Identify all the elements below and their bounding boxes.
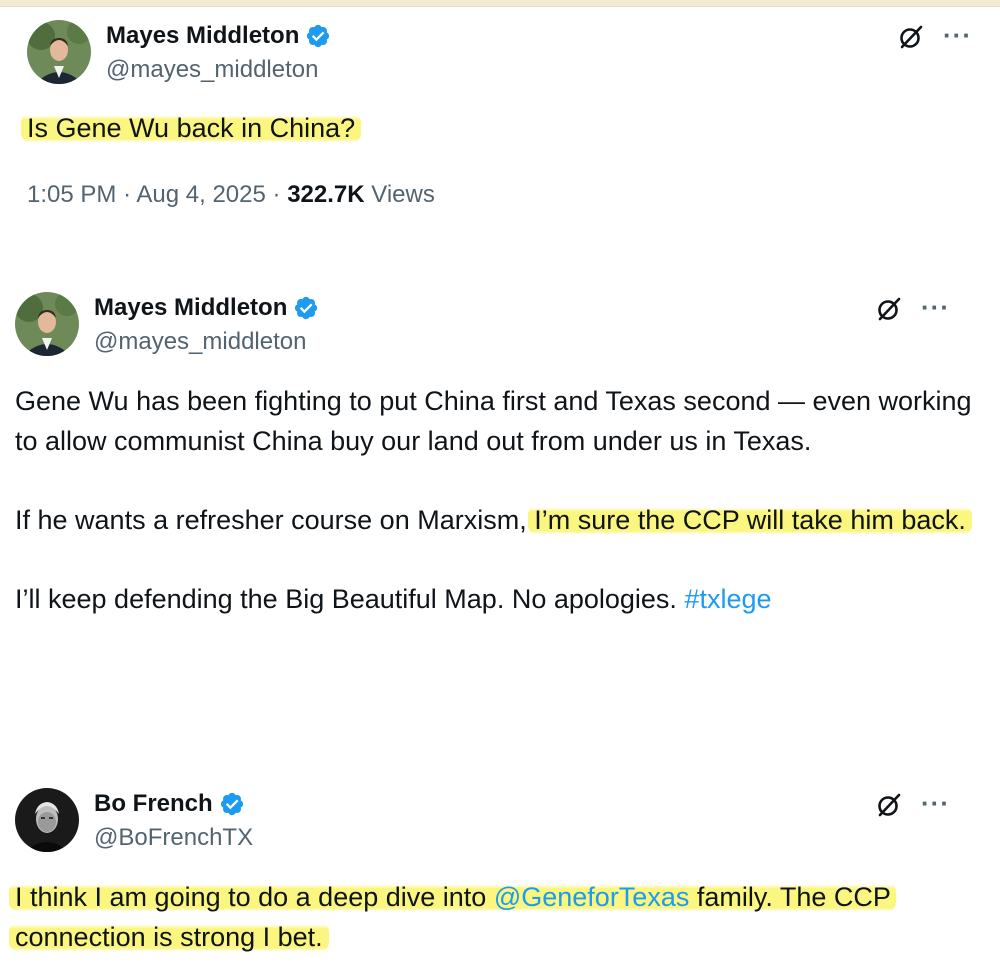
paragraph-1: Gene Wu has been fighting to put China f… <box>15 386 972 456</box>
author-handle[interactable]: @mayes_middleton <box>94 328 306 356</box>
avatar[interactable] <box>15 788 79 852</box>
highlighted-text: Is Gene Wu back in China? <box>21 113 362 143</box>
author-name-row[interactable]: Mayes Middleton <box>106 22 331 50</box>
author-name-row[interactable]: Mayes Middleton <box>94 294 319 322</box>
paragraph-3-text: I’ll keep defending the Big Beautiful Ma… <box>15 584 677 614</box>
more-options-icon[interactable]: ··· <box>921 790 950 816</box>
views-label: Views <box>371 181 435 208</box>
tweet-text-part-1: I think I am going to do a deep dive int… <box>15 882 487 912</box>
author-handle[interactable]: @mayes_middleton <box>106 56 318 84</box>
tweet-date[interactable]: Aug 4, 2025 <box>136 181 265 208</box>
more-options-icon[interactable]: ··· <box>943 22 972 48</box>
verified-badge-icon <box>220 792 243 816</box>
grok-icon[interactable] <box>898 24 924 50</box>
hashtag-link[interactable]: #txlege <box>684 584 771 614</box>
views-count: 322.7K <box>287 181 365 208</box>
avatar[interactable] <box>27 20 91 84</box>
avatar[interactable] <box>15 292 79 356</box>
mention-link[interactable]: @GeneforTexas <box>494 882 690 912</box>
verified-badge-icon <box>295 296 318 320</box>
author-name[interactable]: Bo French <box>94 790 213 818</box>
tweet-meta: 1:05 PM · Aug 4, 2025 · 322.7K Views <box>27 181 435 209</box>
tweet-text: Is Gene Wu back in China? <box>21 108 977 148</box>
author-name[interactable]: Mayes Middleton <box>106 22 299 50</box>
grok-icon[interactable] <box>876 296 902 322</box>
grok-icon[interactable] <box>876 792 902 818</box>
highlighted-text: I think I am going to do a deep dive int… <box>9 882 897 952</box>
top-border <box>0 0 1000 7</box>
author-name-row[interactable]: Bo French <box>94 790 245 818</box>
author-name[interactable]: Mayes Middleton <box>94 294 287 322</box>
meta-separator: · <box>123 181 137 208</box>
author-handle[interactable]: @BoFrenchTX <box>94 824 253 852</box>
highlighted-text: I’m sure the CCP will take him back. <box>528 505 972 535</box>
paragraph-2: If he wants a refresher course on Marxis… <box>15 500 975 540</box>
verified-badge-icon <box>307 24 330 48</box>
paragraph-3: I’ll keep defending the Big Beautiful Ma… <box>15 579 975 619</box>
tweet-text: Gene Wu has been fighting to put China f… <box>15 381 975 619</box>
paragraph-2-text: If he wants a refresher course on Marxis… <box>15 505 527 535</box>
more-options-icon[interactable]: ··· <box>921 294 950 320</box>
tweet-time[interactable]: 1:05 PM <box>27 181 116 208</box>
meta-separator: · <box>272 181 288 208</box>
tweet-text: I think I am going to do a deep dive int… <box>9 877 975 957</box>
